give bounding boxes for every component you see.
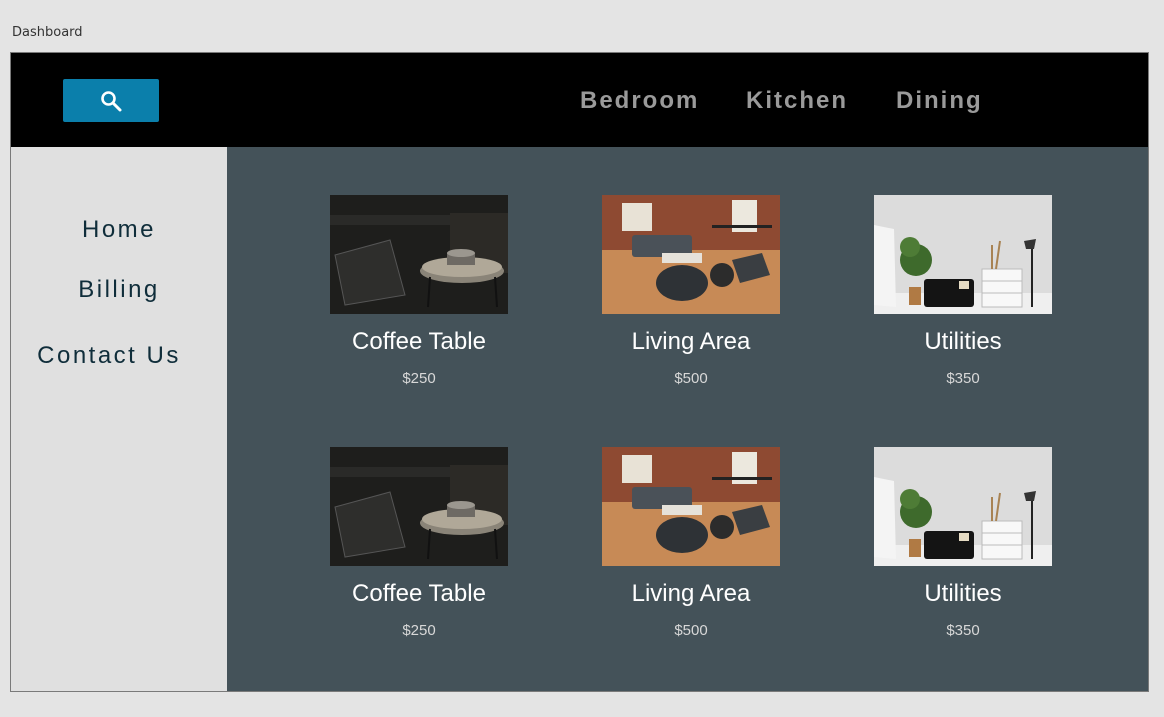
product-name: Utilities xyxy=(924,580,1002,607)
product-price: $250 xyxy=(402,622,436,639)
coffee-table-image xyxy=(330,195,508,314)
sidebar: Home Billing Contact Us xyxy=(11,147,227,691)
app-frame: Bedroom Kitchen Dining Home Billing Cont… xyxy=(10,52,1149,692)
product-card[interactable]: Utilities $350 xyxy=(874,447,1052,639)
window-title: Dashboard xyxy=(12,25,83,40)
utilities-image xyxy=(874,195,1052,314)
product-card[interactable]: Utilities $350 xyxy=(874,195,1052,387)
product-name: Living Area xyxy=(631,328,751,355)
product-card[interactable]: Living Area $500 xyxy=(602,447,780,639)
coffee-table-image xyxy=(330,447,508,566)
product-name: Utilities xyxy=(924,328,1002,355)
utilities-image xyxy=(874,447,1052,566)
sidebar-item-home[interactable]: Home xyxy=(11,216,227,244)
product-price: $350 xyxy=(946,622,980,639)
product-grid: Coffee Table $250 Living Area $500 Utili… xyxy=(227,147,1148,691)
nav-dining[interactable]: Dining xyxy=(896,87,983,115)
sidebar-item-billing[interactable]: Billing xyxy=(11,276,227,304)
product-card[interactable]: Coffee Table $250 xyxy=(330,447,508,639)
search-button[interactable] xyxy=(63,79,159,122)
search-icon xyxy=(101,90,122,111)
sidebar-item-contact-us[interactable]: Contact Us xyxy=(11,342,217,370)
living-area-image xyxy=(602,447,780,566)
product-price: $350 xyxy=(946,370,980,387)
nav-bedroom[interactable]: Bedroom xyxy=(580,87,699,115)
product-card[interactable]: Coffee Table $250 xyxy=(330,195,508,387)
top-navbar: Bedroom Kitchen Dining xyxy=(11,53,1148,147)
living-area-image xyxy=(602,195,780,314)
product-card[interactable]: Living Area $500 xyxy=(602,195,780,387)
product-price: $250 xyxy=(402,370,436,387)
product-name: Living Area xyxy=(631,580,751,607)
product-price: $500 xyxy=(674,370,708,387)
nav-kitchen[interactable]: Kitchen xyxy=(746,87,848,115)
product-name: Coffee Table xyxy=(352,580,486,607)
product-price: $500 xyxy=(674,622,708,639)
product-name: Coffee Table xyxy=(352,328,486,355)
